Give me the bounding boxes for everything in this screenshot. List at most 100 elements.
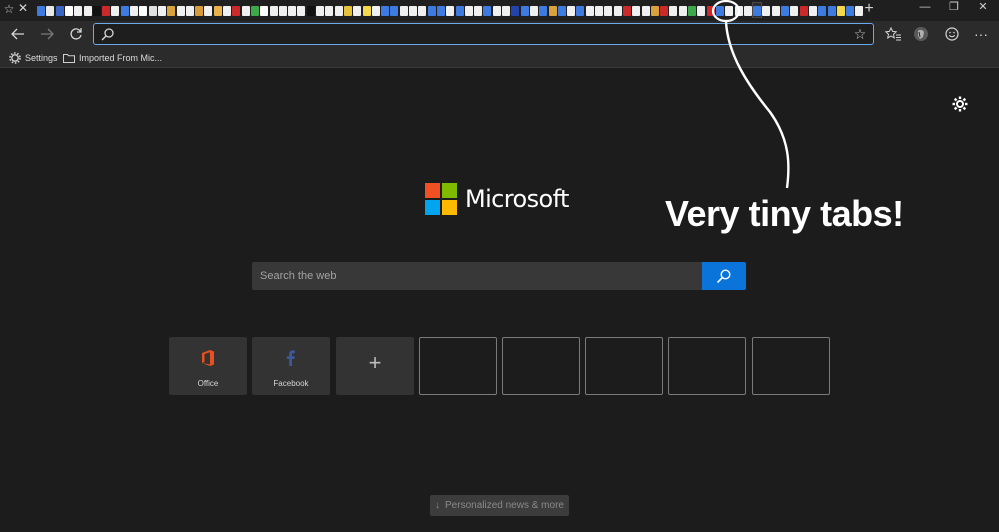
tab[interactable] [46,3,55,17]
empty-site-tile[interactable] [752,337,830,395]
tab[interactable] [641,3,650,17]
add-site-tile[interactable]: + [336,337,414,395]
tab[interactable] [836,3,845,17]
profile-button[interactable] [911,24,931,44]
tab[interactable] [827,3,836,17]
tab[interactable] [632,3,641,17]
tab[interactable] [771,3,780,17]
tab[interactable] [464,3,473,17]
tab[interactable] [446,3,455,17]
empty-site-tile[interactable] [502,337,580,395]
more-button[interactable]: ··· [971,24,991,44]
tab[interactable] [539,3,548,17]
tab[interactable] [260,3,269,17]
minimize-button[interactable]: — [912,0,938,14]
tab[interactable] [585,3,594,17]
empty-site-tile[interactable] [585,337,663,395]
gear-icon[interactable] [952,96,968,112]
restore-button[interactable]: ❐ [941,0,967,14]
tab[interactable] [678,3,687,17]
tab[interactable] [669,3,678,17]
tab[interactable] [743,3,752,17]
tab[interactable] [576,3,585,17]
tab[interactable] [557,3,566,17]
top-site-tile-office[interactable]: Office [169,337,247,395]
top-site-tile-facebook[interactable]: Facebook [252,337,330,395]
tab[interactable] [334,3,343,17]
tab[interactable] [195,3,204,17]
tab[interactable] [613,3,622,17]
tab[interactable] [752,2,763,18]
tab[interactable] [55,3,64,17]
tab[interactable] [316,3,324,17]
tab[interactable] [455,3,464,17]
tab[interactable] [409,3,417,17]
tab[interactable] [799,3,808,17]
tab[interactable] [595,3,603,17]
tab[interactable] [706,3,715,17]
tab[interactable] [650,3,659,17]
tab[interactable] [111,3,120,17]
back-button[interactable] [8,24,28,44]
empty-site-tile[interactable] [668,337,746,395]
favorite-star-icon[interactable]: ☆ [852,26,868,42]
tab[interactable] [64,3,73,17]
tab[interactable] [622,3,631,17]
tab[interactable] [502,3,510,17]
tab[interactable] [390,3,399,17]
tab[interactable] [269,3,278,17]
tab[interactable] [688,3,696,17]
tab[interactable] [818,3,827,17]
tab[interactable] [306,3,315,17]
close-icon[interactable]: ✕ [17,1,29,15]
tab[interactable] [762,3,771,17]
web-search-input[interactable] [252,262,702,290]
tab[interactable] [790,3,799,17]
tab[interactable] [660,3,669,17]
tab[interactable] [353,3,362,17]
tab[interactable] [139,3,148,17]
tab[interactable] [725,3,734,17]
tab[interactable] [204,3,213,17]
tab[interactable] [213,3,222,17]
tab[interactable] [520,3,529,17]
tab[interactable] [148,3,157,17]
tab[interactable] [846,3,855,17]
tab[interactable] [567,3,576,17]
tab[interactable] [483,3,492,17]
tab[interactable] [362,3,371,17]
empty-site-tile[interactable] [419,337,497,395]
tab[interactable] [74,3,83,17]
favorite-folder-imported[interactable]: Imported From Mic... [63,50,162,65]
refresh-button[interactable] [66,24,86,44]
tab[interactable] [436,3,445,17]
tab[interactable] [418,3,427,17]
tab[interactable] [529,3,538,17]
favorites-hub-button[interactable] [883,24,903,44]
tab[interactable] [808,3,817,17]
tab[interactable] [157,3,166,17]
tab[interactable] [399,3,408,17]
web-search-button[interactable] [702,262,746,290]
star-icon[interactable]: ☆ [3,2,15,16]
tab[interactable] [37,3,45,17]
tab[interactable] [548,3,557,17]
favorite-settings[interactable]: Settings [9,50,58,65]
tab[interactable] [697,3,706,17]
address-bar[interactable]: ☆ [93,23,874,45]
tab[interactable] [185,3,194,17]
tab[interactable] [427,3,436,17]
tab[interactable] [92,3,101,17]
tab[interactable] [492,3,501,17]
tab[interactable] [250,3,259,17]
tab[interactable] [241,3,250,17]
close-window-button[interactable]: ✕ [970,0,996,14]
tab[interactable] [325,3,334,17]
tab[interactable] [278,3,287,17]
personalized-news-button[interactable]: ↓ Personalized news & more [430,495,569,516]
tab[interactable] [371,3,380,17]
tab[interactable] [511,3,520,17]
tab[interactable] [102,3,111,17]
tab[interactable] [176,3,185,17]
forward-button[interactable] [37,24,57,44]
